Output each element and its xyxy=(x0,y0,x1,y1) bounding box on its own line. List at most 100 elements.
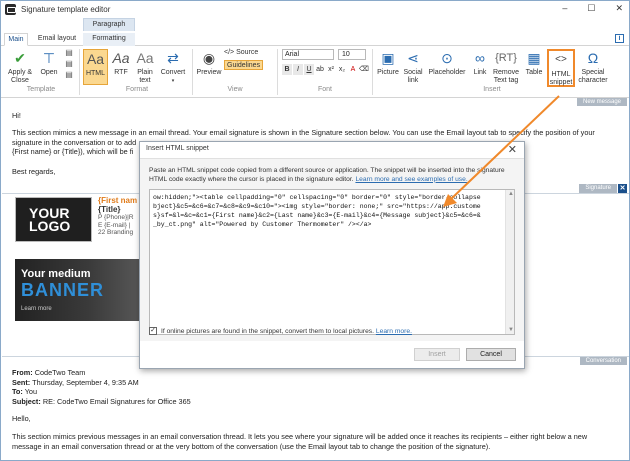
scroll-down-icon[interactable]: ▼ xyxy=(508,327,514,333)
superscript-icon[interactable]: x² xyxy=(326,64,336,75)
maximize-button[interactable]: ☐ xyxy=(587,3,595,14)
from-label: From: xyxy=(12,368,33,377)
banner-line-2: BANNER xyxy=(21,280,105,300)
html-format-button[interactable]: Aa HTML xyxy=(83,49,108,85)
font-name-value: Arial xyxy=(285,51,300,58)
picture-button[interactable]: ▣ Picture xyxy=(375,49,401,77)
convert-pictures-checkbox[interactable]: ✓ xyxy=(149,327,157,335)
open-template-icon: ⊤ xyxy=(42,50,56,66)
group-label-font: Font xyxy=(317,86,332,93)
banner-learn-more: Learn more xyxy=(21,306,52,312)
sent-value: Thursday, September 4, 9:35 AM xyxy=(32,377,139,387)
message-regards: Best regards, xyxy=(12,167,56,176)
rtf-aa-icon: Aa xyxy=(112,50,130,66)
clear-format-icon[interactable]: ⌫ xyxy=(359,64,369,75)
placeholder-user-icon: ⊙ xyxy=(441,50,453,66)
message-greeting: Hi! xyxy=(12,111,21,120)
banner-line-1: Your medium xyxy=(21,268,91,280)
conversation-hello: Hello, xyxy=(12,414,31,423)
conversation-header: From: CodeTwo Team Sent: Thursday, Septe… xyxy=(12,368,191,406)
link-icon: ∞ xyxy=(475,50,485,66)
conversation-tag: Conversation xyxy=(579,357,627,365)
remove-text-tag-label: Remove Text tag xyxy=(492,69,520,84)
apply-close-button[interactable]: ✔ Apply & Close xyxy=(5,49,35,85)
convert-learn-more-link[interactable]: Learn more. xyxy=(376,328,412,335)
preview-button[interactable]: ◉ Preview xyxy=(195,49,223,77)
learn-more-examples-link[interactable]: Learn more and see examples of use. xyxy=(355,176,467,183)
tab-email-layout[interactable]: Email layout xyxy=(35,33,79,46)
html-snippet-button[interactable]: <> HTML snippet xyxy=(547,49,575,87)
italic-button[interactable]: I xyxy=(293,64,303,75)
ribbon-separator xyxy=(277,49,278,95)
html-snippet-textarea[interactable]: ow:hidden;"><table cellpadding="0" cells… xyxy=(149,189,515,335)
template-small-actions[interactable]: ▤ ▤ ▤ xyxy=(63,49,75,82)
open-label: Open xyxy=(40,69,58,76)
font-name-select[interactable]: Arial xyxy=(282,49,334,60)
open-button[interactable]: ⊤ Open xyxy=(37,49,61,77)
omega-icon: Ω xyxy=(587,50,599,66)
info-icon[interactable]: i xyxy=(615,34,624,43)
window-title: Signature template editor xyxy=(21,5,111,14)
plain-text-label: Plain text xyxy=(137,69,153,84)
context-tab-paragraph[interactable]: Paragraph xyxy=(83,18,135,31)
minimize-button[interactable]: – xyxy=(562,3,567,14)
plain-text-button[interactable]: Aa Plain text xyxy=(134,49,156,85)
close-window-button[interactable]: ✕ xyxy=(615,3,623,14)
code-scrollbar[interactable]: ▲ ▼ xyxy=(505,190,514,334)
tab-formatting[interactable]: Formatting xyxy=(83,33,135,46)
table-icon: ▦ xyxy=(527,50,541,66)
table-button[interactable]: ▦ Table xyxy=(523,49,545,77)
ribbon: ✔ Apply & Close ⊤ Open ▤ ▤ ▤ Template Aa… xyxy=(1,46,629,98)
share-icon: ⋖ xyxy=(407,50,419,66)
picture-icon: ▣ xyxy=(381,50,395,66)
subscript-icon[interactable]: x₂ xyxy=(337,64,347,75)
checkmark-icon: ✔ xyxy=(14,50,26,66)
social-link-label: Social link xyxy=(403,69,423,84)
html-snippet-icon: <> xyxy=(555,54,567,65)
convert-button[interactable]: ⇄ Convert ▾ xyxy=(159,49,187,85)
underline-button[interactable]: U xyxy=(304,64,314,75)
dialog-description: Paste an HTML snippet code copied from a… xyxy=(149,167,515,184)
subject-value: RE: CodeTwo Email Signatures for Office … xyxy=(42,396,191,406)
conversation-line-1: This section mimics previous messages in… xyxy=(12,432,588,441)
signature-close-icon[interactable]: ✕ xyxy=(618,184,627,193)
text-tag-icon: {RT} xyxy=(495,52,517,64)
tab-main[interactable]: Main xyxy=(4,33,28,46)
preview-label: Preview xyxy=(196,69,222,76)
group-label-template: Template xyxy=(26,86,56,93)
table-label: Table xyxy=(525,69,543,76)
placeholder-button[interactable]: ⊙ Placeholder xyxy=(427,49,467,77)
convert-pictures-row: ✓ If online pictures are found in the sn… xyxy=(149,327,412,335)
link-label: Link xyxy=(473,69,487,76)
source-button[interactable]: </> Source xyxy=(224,49,258,56)
signature-preview[interactable]: YOUR LOGO {First nam {Title} P {Phone}|R… xyxy=(12,189,148,337)
social-link-button[interactable]: ⋖ Social link xyxy=(401,49,425,85)
font-size-select[interactable]: 10 xyxy=(338,49,366,60)
export-icon[interactable]: ▤ xyxy=(63,71,75,82)
group-label-view: View xyxy=(227,86,243,93)
placeholder-label: Placeholder xyxy=(428,69,466,76)
convert-arrows-icon: ⇄ xyxy=(167,50,179,66)
dialog-close-icon[interactable]: ✕ xyxy=(508,143,517,156)
logo-placeholder: YOUR LOGO xyxy=(15,197,92,242)
html-label: HTML xyxy=(85,70,106,77)
remove-text-tag-button[interactable]: {RT} Remove Text tag xyxy=(492,49,520,85)
bold-button[interactable]: B xyxy=(282,64,292,75)
link-button[interactable]: ∞ Link xyxy=(470,49,490,77)
picture-label: Picture xyxy=(377,69,399,76)
special-character-button[interactable]: Ω Special character xyxy=(578,49,608,85)
ribbon-separator xyxy=(372,49,373,95)
cancel-button[interactable]: Cancel xyxy=(466,348,516,361)
scroll-up-icon[interactable]: ▲ xyxy=(508,191,514,197)
convert-pictures-label: If online pictures are found in the snip… xyxy=(161,327,375,335)
font-size-value: 10 xyxy=(342,51,350,58)
strikethrough-icon[interactable]: ab xyxy=(315,64,325,75)
font-color-icon[interactable]: A xyxy=(348,64,358,75)
guidelines-button[interactable]: Guidelines xyxy=(224,60,264,70)
insert-button[interactable]: Insert xyxy=(414,348,460,361)
group-label-insert: Insert xyxy=(483,86,501,93)
rtf-format-button[interactable]: Aa RTF xyxy=(110,49,132,77)
to-label: To: xyxy=(12,387,23,396)
rtf-label: RTF xyxy=(114,69,128,76)
app-icon xyxy=(5,4,16,15)
